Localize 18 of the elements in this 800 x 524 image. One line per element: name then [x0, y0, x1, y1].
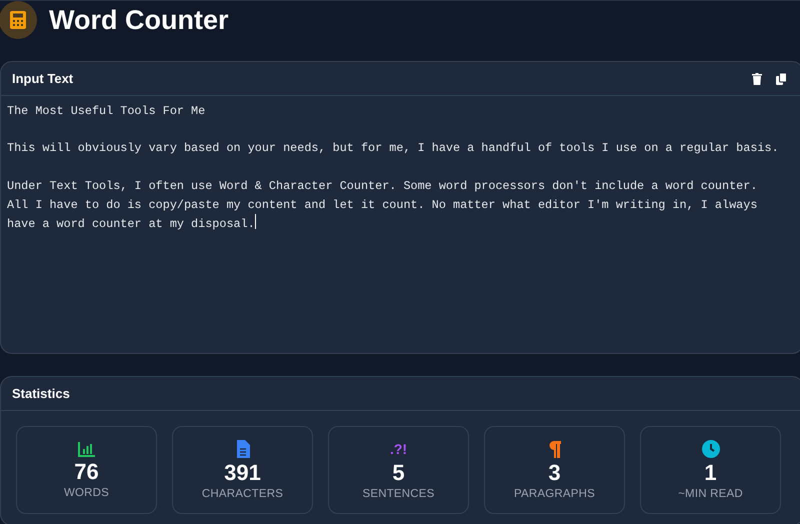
stat-label: SENTENCES [362, 488, 435, 500]
stat-value: 1 [704, 460, 717, 486]
stat-label: CHARACTERS [202, 488, 284, 500]
trash-icon[interactable] [752, 72, 762, 84]
stat-label: ~MIN READ [678, 488, 743, 500]
calculator-icon [0, 1, 37, 39]
app-title: Word Counter [49, 4, 228, 36]
stat-value: 391 [224, 460, 261, 486]
punctuation-icon: .?! [390, 440, 408, 458]
text-input[interactable]: The Most Useful Tools For Me This will obviously vary based on your needs, but for me, I have a handful of tools I use on a regular basis. Under Text Tools, I often use Word & Character Counter. Some word processors don't include a word counter. All I have to do is copy/paste my content and let it count. No matter what editor I'm writing in, I always have a word counter at my disposal. [1, 96, 800, 353]
stat-value: 5 [392, 460, 405, 486]
panel-title: Statistics [12, 386, 70, 401]
stat-value: 3 [548, 460, 561, 486]
stat-label: PARAGRAPHS [514, 488, 596, 500]
stat-value: 76 [74, 459, 99, 485]
stat-label: WORDS [64, 487, 110, 499]
panel-title: Input Text [12, 71, 74, 86]
copy-icon[interactable] [776, 72, 787, 84]
